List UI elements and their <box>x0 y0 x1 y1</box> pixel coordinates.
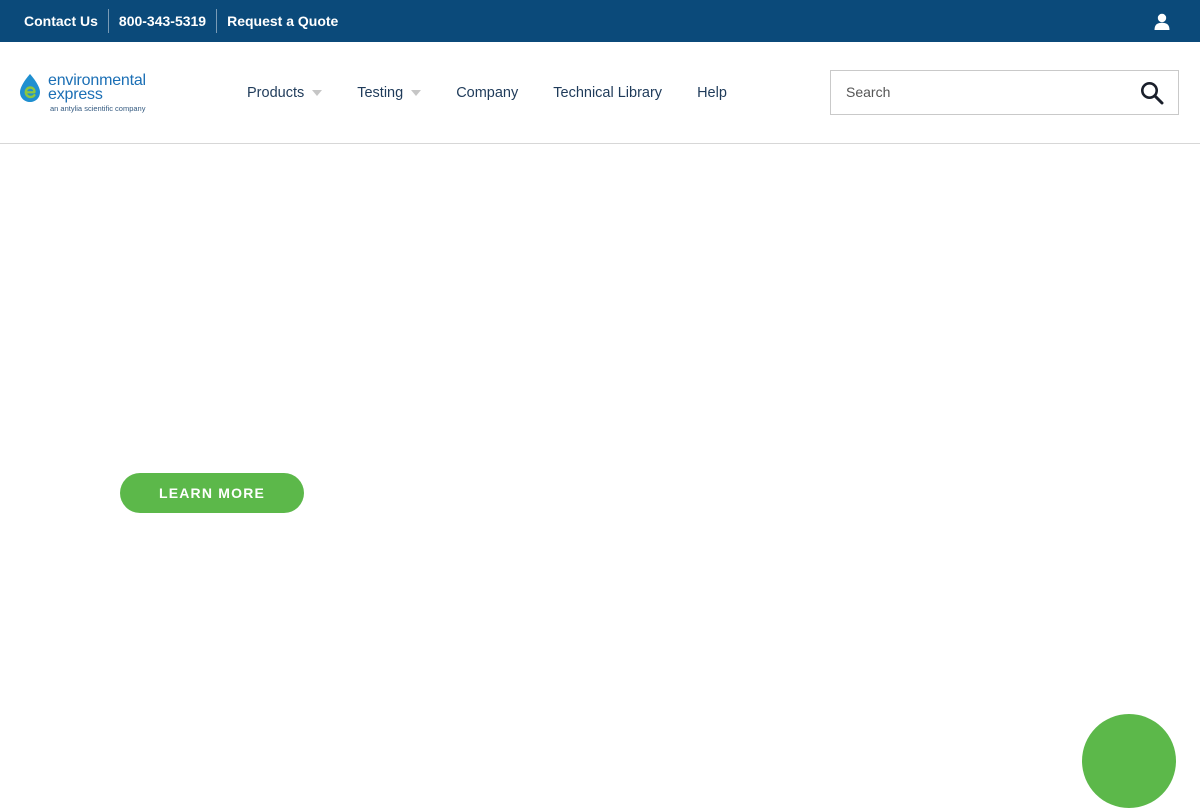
learn-more-button[interactable]: LEARN MORE <box>120 473 304 513</box>
nav-item-testing[interactable]: Testing <box>357 84 422 101</box>
nav-item-technical-library[interactable]: Technical Library <box>553 85 662 101</box>
nav-item-help[interactable]: Help <box>697 85 727 101</box>
logo-drop-icon <box>20 74 40 102</box>
nav-item-label: Testing <box>357 84 404 101</box>
chevron-down-icon <box>312 89 323 96</box>
nav-item-products[interactable]: Products <box>247 84 323 101</box>
nav-item-label: Company <box>456 84 519 101</box>
search-icon[interactable] <box>1140 81 1164 105</box>
main-nav: Products Testing Company Technical Libra… <box>247 42 762 143</box>
search-input[interactable] <box>831 71 1136 112</box>
request-quote-link[interactable]: Request a Quote <box>217 10 348 32</box>
chat-launcher-button[interactable] <box>1082 714 1176 808</box>
logo-text-line2: express <box>48 86 103 103</box>
logo[interactable]: environmental express an antylia scienti… <box>18 72 168 116</box>
logo-tagline: an antylia scientific company <box>50 104 146 113</box>
search-box <box>830 70 1179 115</box>
user-icon[interactable] <box>1154 13 1170 30</box>
nav-item-label: Help <box>697 84 727 101</box>
nav-item-label: Products <box>247 84 305 101</box>
site-header: environmental express an antylia scienti… <box>0 42 1200 144</box>
utility-bar: Contact Us 800-343-5319 Request a Quote <box>0 0 1200 42</box>
nav-item-label: Technical Library <box>553 84 663 101</box>
nav-item-company[interactable]: Company <box>456 85 518 101</box>
utility-links: Contact Us 800-343-5319 Request a Quote <box>14 0 348 42</box>
chevron-down-icon <box>411 89 422 96</box>
phone-link[interactable]: 800-343-5319 <box>109 10 216 32</box>
contact-us-link[interactable]: Contact Us <box>14 10 108 32</box>
